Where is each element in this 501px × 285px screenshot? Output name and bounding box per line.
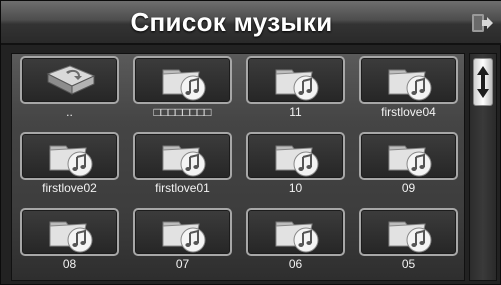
grid-row: firstlove02 firstlove01 10 09 (12, 130, 464, 204)
tile-frame (359, 208, 458, 256)
music-folder-icon (49, 221, 93, 253)
file-tile[interactable]: □□□□□□□□ (133, 56, 232, 119)
file-tile[interactable]: 09 (359, 132, 458, 195)
music-folder-icon (275, 69, 319, 101)
tile-label: 07 (175, 257, 190, 271)
tile-label: firstlove01 (155, 181, 210, 195)
tile-label: □□□□□□□□ (153, 105, 212, 119)
file-tile[interactable]: 11 (246, 56, 345, 119)
file-tile[interactable]: .. (20, 56, 119, 119)
music-grid: .. □□□□□□□□ 11 firstlove04 firstlove02 f… (11, 53, 465, 281)
tile-label: .. (66, 105, 73, 119)
music-folder-icon (162, 145, 206, 177)
tile-frame (20, 56, 119, 104)
file-tile[interactable]: 06 (246, 208, 345, 271)
music-folder-icon (275, 145, 319, 177)
music-folder-icon (388, 145, 432, 177)
tile-label: 08 (62, 257, 77, 271)
up-down-arrows-icon (477, 66, 489, 98)
tile-frame (20, 132, 119, 180)
vertical-scrollbar[interactable] (469, 53, 497, 281)
grid-row: .. □□□□□□□□ 11 firstlove04 (12, 54, 464, 128)
tile-frame (133, 56, 232, 104)
tile-label: 09 (401, 181, 416, 195)
music-folder-icon (162, 221, 206, 253)
scroll-thumb[interactable] (473, 58, 493, 106)
page-title: Список музыки (130, 7, 333, 37)
file-tile[interactable]: firstlove02 (20, 132, 119, 195)
file-tile[interactable]: firstlove01 (133, 132, 232, 195)
tile-label: firstlove04 (381, 105, 436, 119)
tile-frame (246, 132, 345, 180)
music-folder-icon (162, 69, 206, 101)
exit-button[interactable] (470, 11, 494, 35)
music-folder-icon (275, 221, 319, 253)
file-tile[interactable]: 05 (359, 208, 458, 271)
file-tile[interactable]: 10 (246, 132, 345, 195)
file-tile[interactable]: 08 (20, 208, 119, 271)
tile-label: 10 (288, 181, 303, 195)
exit-icon (472, 14, 493, 32)
file-tile[interactable]: firstlove04 (359, 56, 458, 119)
tile-label: firstlove02 (42, 181, 97, 195)
tile-frame (359, 56, 458, 104)
music-folder-icon (388, 221, 432, 253)
tile-frame (133, 208, 232, 256)
music-folder-icon (49, 145, 93, 177)
tile-frame (359, 132, 458, 180)
header-bar: Список музыки (1, 1, 501, 45)
grid-row: 08 07 06 05 (12, 206, 464, 280)
music-list-screen: Список музыки .. □□□□□□□□ 11 firstlove04… (0, 0, 501, 285)
tile-label: 06 (288, 257, 303, 271)
tile-label: 05 (401, 257, 416, 271)
tile-frame (246, 56, 345, 104)
tile-frame (246, 208, 345, 256)
tile-label: 11 (289, 105, 302, 119)
music-folder-icon (388, 69, 432, 101)
file-tile[interactable]: 07 (133, 208, 232, 271)
tile-frame (20, 208, 119, 256)
parent-folder-icon (46, 65, 96, 95)
tile-frame (133, 132, 232, 180)
